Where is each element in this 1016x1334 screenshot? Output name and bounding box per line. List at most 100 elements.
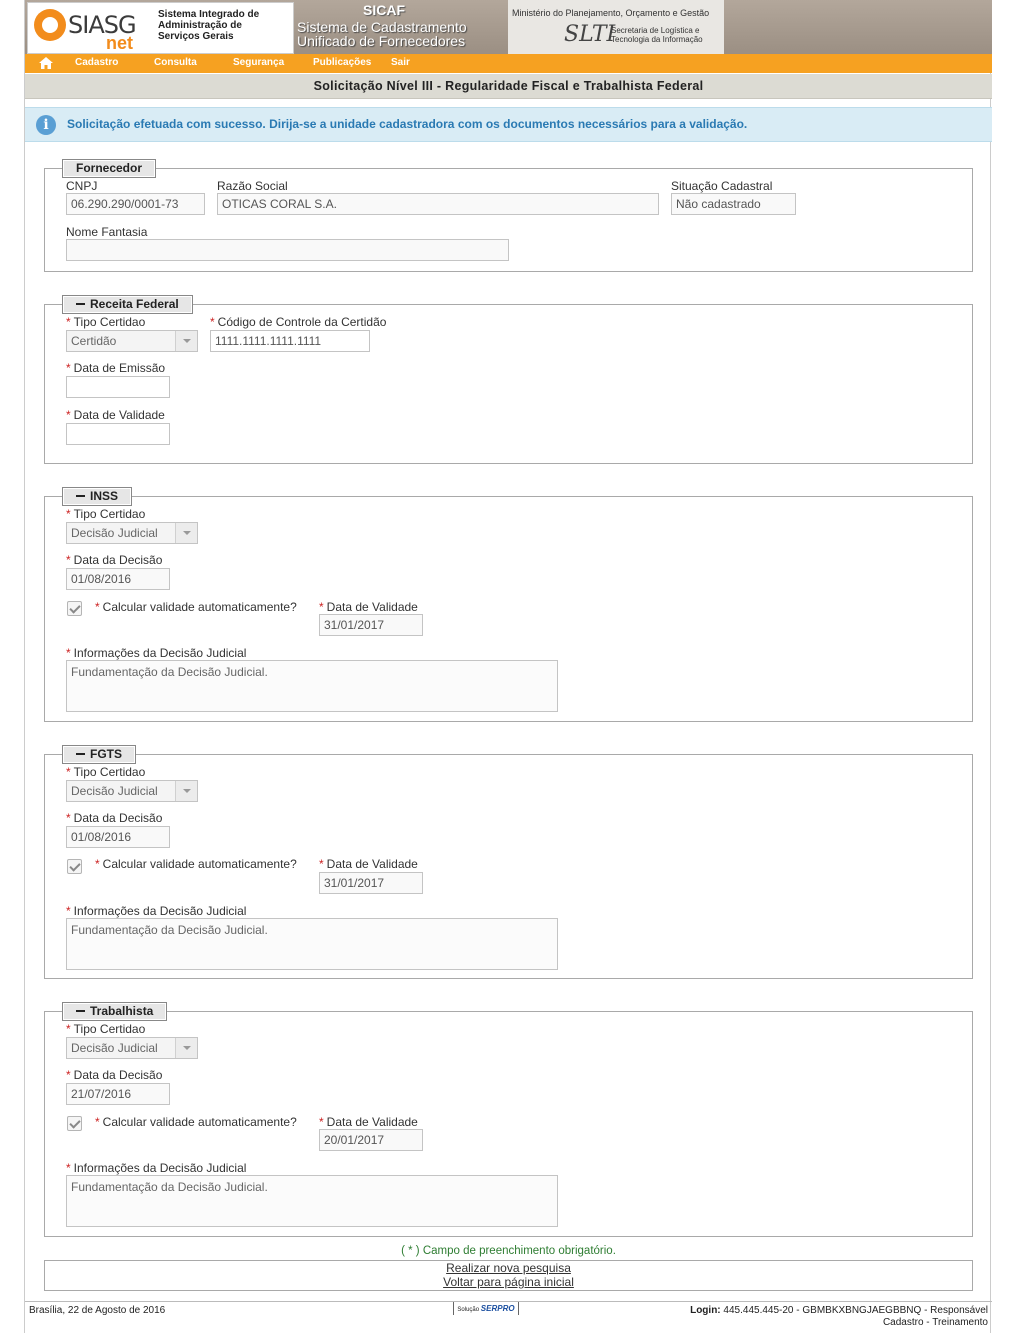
data-validade-label: * Data de Validade: [66, 408, 165, 422]
nav-item-consulta[interactable]: Consulta: [154, 57, 197, 68]
tipo-certidao-select[interactable]: Decisão Judicial: [66, 1037, 198, 1059]
data-decisao-label: * Data da Decisão: [66, 811, 163, 825]
collapse-icon[interactable]: [76, 752, 85, 755]
success-message-text: Solicitação efetuada com sucesso. Dirija…: [67, 117, 748, 131]
informacoes-decisao-textarea[interactable]: Fundamentação da Decisão Judicial.: [66, 660, 558, 712]
legend-fornecedor: Fornecedor: [62, 159, 157, 178]
info-icon: i: [36, 115, 56, 135]
fieldset-trabalhista: Trabalhista * Tipo Certidao Decisão Judic…: [44, 1002, 973, 1237]
legend-inss[interactable]: INSS: [62, 487, 133, 506]
tipo-certidao-label: * Tipo Certidao: [66, 1022, 146, 1036]
legend-label: FGTS: [90, 747, 122, 761]
main-nav: Cadastro Consulta Segurança Publicações …: [25, 54, 992, 73]
fieldset-inss: INSS * Tipo Certidao Decisão Judicial * Da…: [44, 487, 973, 722]
slti-desc-line: Secretaria de Logística e: [611, 26, 700, 35]
legend-trabalhista[interactable]: Trabalhista: [62, 1002, 168, 1021]
chevron-down-icon[interactable]: [175, 523, 197, 543]
footer-date: Brasília, 22 de Agosto de 2016: [29, 1305, 166, 1316]
nome-fantasia-label: Nome Fantasia: [66, 225, 148, 239]
data-validade-field[interactable]: 20/01/2017: [319, 1129, 423, 1151]
nome-fantasia-field[interactable]: [66, 239, 509, 261]
data-decisao-label: * Data da Decisão: [66, 1068, 163, 1082]
serpro-name: SERPRO: [480, 1304, 515, 1313]
success-message: i Solicitação efetuada com sucesso. Diri…: [25, 107, 992, 142]
collapse-icon[interactable]: [76, 302, 85, 305]
nav-item-publicacoes[interactable]: Publicações: [313, 57, 371, 68]
calcular-validade-label: * Calcular validade automaticamente?: [95, 600, 297, 614]
data-emissao-field[interactable]: [66, 376, 170, 398]
data-decisao-field[interactable]: 21/07/2016: [66, 1083, 170, 1105]
siasg-swirl-icon: [34, 9, 66, 41]
legend-label: Receita Federal: [90, 297, 179, 311]
razao-social-label: Razão Social: [217, 179, 288, 193]
legend-fgts[interactable]: FGTS: [62, 745, 136, 764]
data-validade-field[interactable]: 31/01/2017: [319, 614, 423, 636]
sicaf-subtitle: Sistema de Cadastramento Unificado de Fo…: [297, 20, 467, 48]
sicaf-sub-line: Sistema de Cadastramento: [297, 19, 467, 35]
slti-desc-line: Tecnologia da Informação: [611, 35, 703, 44]
tipo-certidao-select[interactable]: Certidão: [66, 330, 198, 352]
razao-social-field[interactable]: OTICAS CORAL S.A.: [217, 193, 659, 215]
tipo-certidao-label: * Tipo Certidao: [66, 315, 146, 329]
serpro-prefix: Solução: [457, 1307, 480, 1313]
informacoes-decisao-textarea[interactable]: Fundamentação da Decisão Judicial.: [66, 918, 558, 970]
tipo-certidao-select[interactable]: Decisão Judicial: [66, 522, 198, 544]
required-field-note: ( * ) Campo de preenchimento obrigatório…: [401, 1245, 616, 1257]
siasg-logo: SIASG net: [32, 7, 150, 53]
siasg-desc-line: Serviços Gerais: [158, 31, 234, 42]
ministry-area: Ministério do Planejamento, Orçamento e …: [508, 0, 724, 54]
legend-label: INSS: [90, 489, 119, 503]
situacao-cadastral-field[interactable]: Não cadastrado: [671, 193, 796, 215]
siasg-desc-line: Administração de: [158, 20, 242, 31]
login-label: Login:: [690, 1305, 721, 1316]
nav-item-sair[interactable]: Sair: [391, 57, 410, 68]
informacoes-decisao-label: * Informações da Decisão Judicial: [66, 904, 247, 918]
informacoes-decisao-textarea[interactable]: Fundamentação da Decisão Judicial.: [66, 1175, 558, 1227]
siasg-logo-box: SIASG net Sistema Integrado de Administr…: [27, 2, 294, 54]
legend-receita-federal[interactable]: Receita Federal: [62, 295, 193, 314]
cnpj-field[interactable]: 06.290.290/0001-73: [66, 193, 205, 215]
voltar-inicio-link[interactable]: Voltar para página inicial: [45, 1275, 972, 1289]
sicaf-logo: SICAF Sistema de Cadastramento Unificado…: [293, 0, 508, 54]
calcular-validade-checkbox[interactable]: [67, 859, 82, 874]
siasg-description: Sistema Integrado de Administração de Se…: [158, 9, 259, 42]
chevron-down-icon[interactable]: [175, 781, 197, 801]
calcular-validade-checkbox[interactable]: [67, 601, 82, 616]
codigo-controle-label: * Código de Controle da Certidão: [210, 315, 387, 329]
nova-pesquisa-link[interactable]: Realizar nova pesquisa: [45, 1261, 972, 1275]
nav-item-seguranca[interactable]: Segurança: [233, 57, 284, 68]
footer: Brasília, 22 de Agosto de 2016 Solução S…: [25, 1301, 992, 1334]
tipo-certidao-label: * Tipo Certidao: [66, 765, 146, 779]
sicaf-title: SICAF: [363, 2, 405, 18]
nav-item-cadastro[interactable]: Cadastro: [75, 57, 118, 68]
calcular-validade-checkbox[interactable]: [67, 1116, 82, 1131]
footer-login: Login: 445.445.445-20 - GBMBKXBNGJAEGBBN…: [690, 1305, 988, 1329]
collapse-icon[interactable]: [76, 494, 85, 497]
fieldset-fornecedor: Fornecedor CNPJ 06.290.290/0001-73 Razão…: [44, 159, 973, 272]
data-emissao-label: * Data de Emissão: [66, 361, 166, 375]
page: SIASG net Sistema Integrado de Administr…: [24, 0, 992, 1334]
siasg-desc-line: Sistema Integrado de: [158, 9, 260, 20]
codigo-controle-field[interactable]: 1111.1111.1111.1111: [210, 330, 370, 352]
serpro-logo: Solução SERPRO: [453, 1302, 519, 1315]
data-decisao-field[interactable]: 01/08/2016: [66, 568, 170, 590]
data-validade-label: * Data de Validade: [319, 1115, 418, 1129]
data-validade-label: * Data de Validade: [319, 857, 418, 871]
chevron-down-icon[interactable]: [175, 331, 197, 351]
siasg-net-text: net: [106, 33, 133, 53]
chevron-down-icon[interactable]: [175, 1038, 197, 1058]
login-line2: Cadastro - Treinamento: [882, 1317, 988, 1328]
data-decisao-field[interactable]: 01/08/2016: [66, 826, 170, 848]
tipo-certidao-select[interactable]: Decisão Judicial: [66, 780, 198, 802]
data-validade-label: * Data de Validade: [319, 600, 418, 614]
header-banner: SIASG net Sistema Integrado de Administr…: [25, 0, 992, 54]
legend-label: Trabalhista: [90, 1004, 154, 1018]
login-value: 445.445.445-20 - GBMBKXBNGJAEGBBNQ - Res…: [723, 1305, 988, 1316]
data-validade-field[interactable]: 31/01/2017: [319, 872, 423, 894]
fieldset-receita-federal: Receita Federal * Tipo Certidao Certidão …: [44, 295, 973, 464]
informacoes-decisao-label: * Informações da Decisão Judicial: [66, 1161, 247, 1175]
informacoes-decisao-label: * Informações da Decisão Judicial: [66, 646, 247, 660]
home-icon[interactable]: [39, 57, 53, 69]
data-validade-field[interactable]: [66, 423, 170, 445]
collapse-icon[interactable]: [76, 1009, 85, 1012]
